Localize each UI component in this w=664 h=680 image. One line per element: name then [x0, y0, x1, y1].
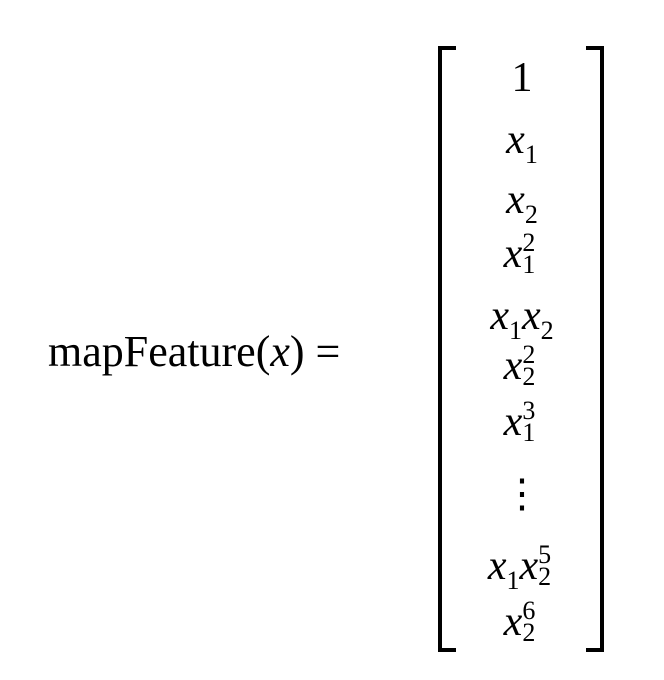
vector-row: x1x2 — [490, 293, 554, 345]
ellipsis-dots: ⋮ — [502, 471, 542, 516]
function-argument: x — [270, 327, 290, 376]
vector-row: x21 — [503, 228, 536, 279]
vector-row: x31 — [503, 396, 536, 447]
close-paren: ) — [289, 327, 305, 376]
vector-row: 1 — [462, 52, 582, 104]
vector-row: x22 — [503, 340, 536, 391]
vector-row: x62 — [503, 596, 536, 647]
vertical-ellipsis: ⋮ — [462, 468, 582, 520]
vector-row: x2 — [506, 177, 538, 229]
function-name: mapFeature — [48, 327, 256, 376]
open-paren: ( — [255, 327, 271, 376]
feature-vector: 1 x1 x2 x21 x1x2 x22 x31 ⋮ x1x 5 2 x62 — [462, 50, 582, 650]
equation: mapFeature(x) = 1 x1 x2 x21 x1x2 x22 x31… — [0, 0, 664, 680]
vector-row: x1x 5 2 — [487, 540, 552, 595]
constant-term: 1 — [511, 55, 533, 101]
equals-sign: = — [315, 327, 341, 376]
vector-row: x1 — [506, 117, 538, 169]
left-bracket — [438, 46, 456, 652]
right-bracket — [586, 46, 604, 652]
equation-lhs: mapFeature(x) = — [48, 322, 340, 382]
